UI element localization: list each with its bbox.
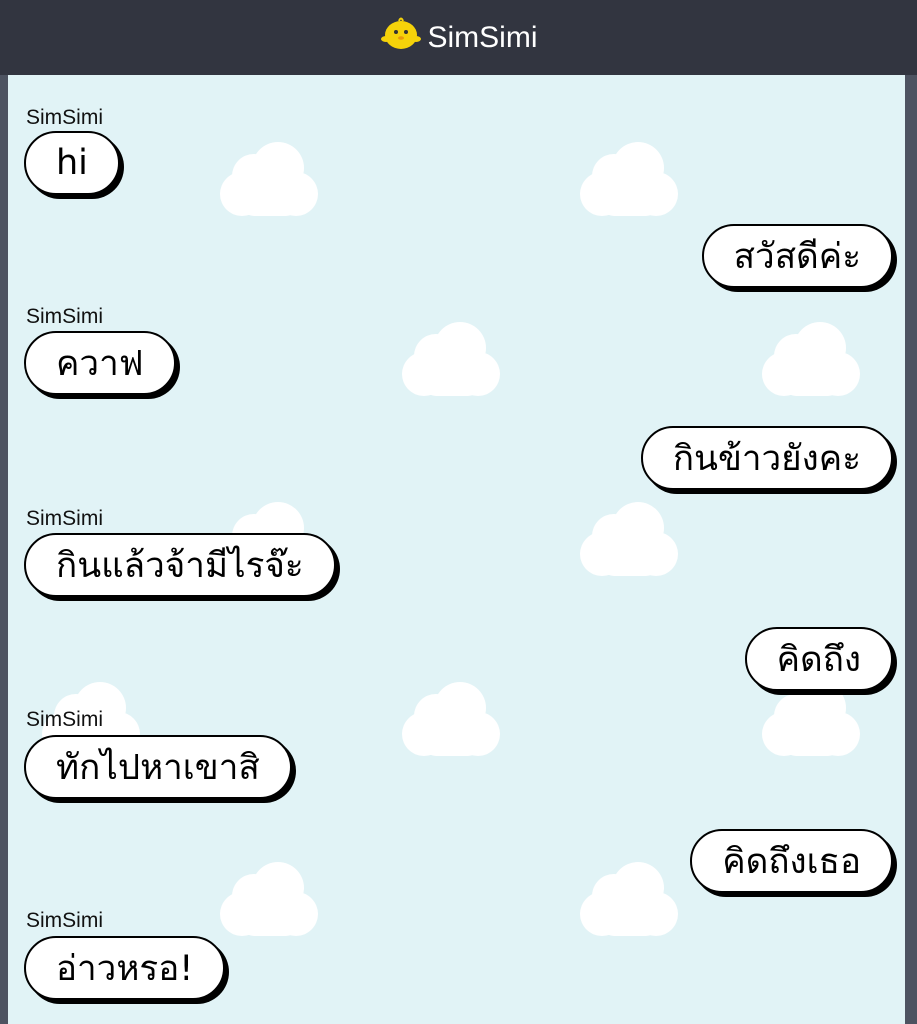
- sender-label: SimSimi: [26, 305, 103, 328]
- sender-label: SimSimi: [26, 507, 103, 530]
- bot-message-bubble[interactable]: กินแล้วจ้ามีไรจ๊ะ: [24, 533, 336, 597]
- app-title: SimSimi: [427, 20, 538, 54]
- user-message-bubble[interactable]: คิดถึง: [744, 627, 893, 691]
- chat-area[interactable]: SimSimi hi สวัสดีค่ะ SimSimi ควาฟ กินข้า…: [8, 75, 905, 1024]
- sender-label: SimSimi: [26, 909, 103, 932]
- cloud-decoration: [762, 322, 860, 396]
- bot-message-bubble[interactable]: hi: [24, 131, 120, 195]
- cloud-decoration: [580, 142, 678, 216]
- cloud-decoration: [220, 862, 318, 936]
- sender-label: SimSimi: [26, 708, 103, 731]
- cloud-decoration: [220, 142, 318, 216]
- cloud-decoration: [402, 322, 500, 396]
- cloud-decoration: [580, 502, 678, 576]
- sender-label: SimSimi: [26, 106, 103, 129]
- user-message-bubble[interactable]: คิดถึงเธอ: [690, 829, 893, 893]
- bot-message-bubble[interactable]: อ่าวหรอ!: [24, 936, 226, 1000]
- simsimi-chick-icon: [380, 17, 421, 49]
- app-header: SimSimi: [0, 0, 917, 75]
- bot-message-bubble[interactable]: ควาฟ: [24, 331, 176, 395]
- user-message-bubble[interactable]: กินข้าวยังคะ: [640, 426, 893, 490]
- cloud-decoration: [762, 682, 860, 756]
- bot-message-bubble[interactable]: ทักไปหาเขาสิ: [24, 735, 292, 799]
- user-message-bubble[interactable]: สวัสดีค่ะ: [701, 224, 893, 288]
- cloud-decoration: [580, 862, 678, 936]
- cloud-decoration: [402, 682, 500, 756]
